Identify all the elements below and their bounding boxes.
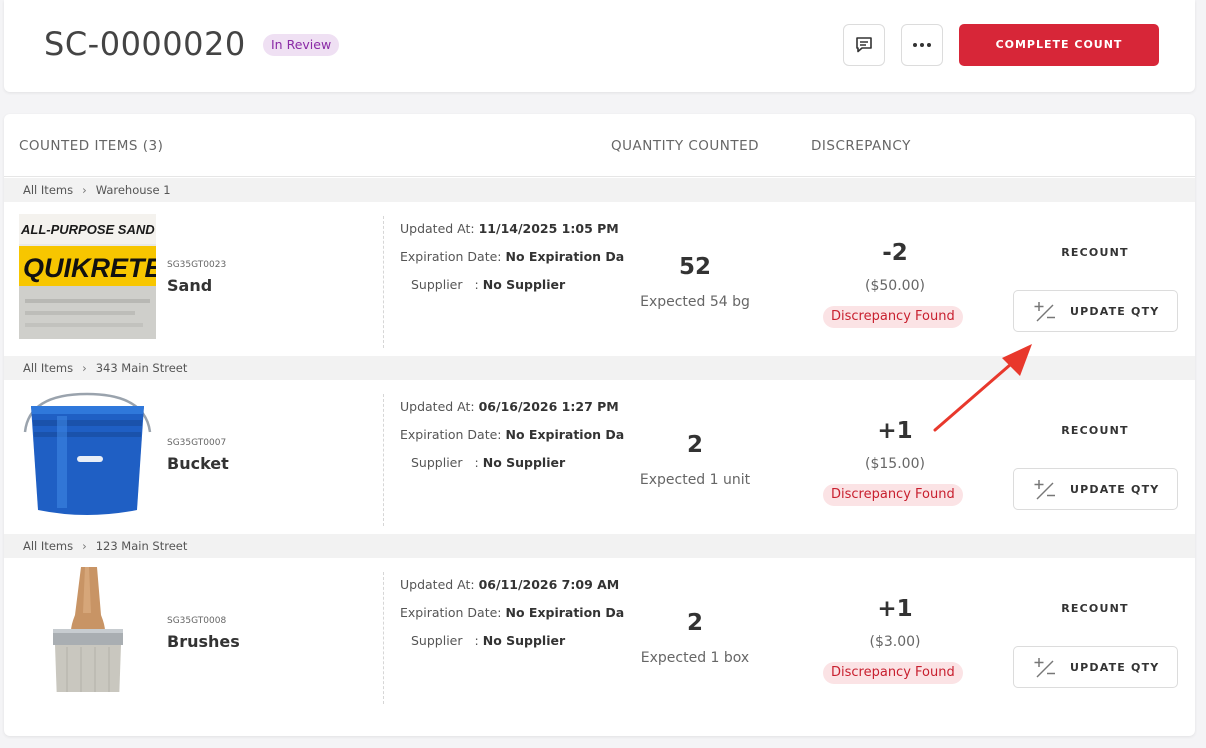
update-qty-button[interactable]: UPDATE QTY xyxy=(1013,468,1178,510)
breadcrumb-location[interactable]: 343 Main Street xyxy=(96,361,188,375)
col-discrepancy: DISCREPANCY xyxy=(811,138,911,154)
item-image xyxy=(19,567,156,692)
plus-minus-icon xyxy=(1034,658,1055,678)
update-qty-label: UPDATE QTY xyxy=(1070,661,1160,674)
chevron-right-icon: › xyxy=(82,183,87,197)
list-item: ALL-PURPOSE SAND QUIKRETE SG35GT0023 San… xyxy=(4,202,1195,356)
discrepancy-amount: ($3.00) xyxy=(869,634,921,650)
more-options-button[interactable] xyxy=(901,24,943,66)
quantity-expected: Expected 1 unit xyxy=(639,472,751,488)
discrepancy-badge: Discrepancy Found xyxy=(823,662,963,684)
list-item: SG35GT0008 Brushes Updated At: 06/11/202… xyxy=(4,558,1195,712)
discrepancy-badge: Discrepancy Found xyxy=(823,484,963,506)
quantity-counted: 2 xyxy=(686,432,703,458)
chevron-right-icon: › xyxy=(82,539,87,553)
supplier: Supplier: No Supplier xyxy=(411,455,566,470)
annotation-arrow xyxy=(933,344,1032,432)
page-header: SC-0000020 In Review COMPLETE COUNT xyxy=(4,0,1195,92)
discrepancy-amount: ($15.00) xyxy=(865,456,925,472)
discrepancy-value: -2 xyxy=(882,240,908,266)
item-sku: SG35GT0008 xyxy=(167,616,227,626)
quantity-counted: 2 xyxy=(686,610,703,636)
list-header: COUNTED ITEMS (3) QUANTITY COUNTED DISCR… xyxy=(4,114,1195,177)
update-qty-button[interactable]: UPDATE QTY xyxy=(1013,646,1178,688)
breadcrumb: All Items › 123 Main Street xyxy=(4,534,1195,558)
discrepancy-value: +1 xyxy=(877,596,913,622)
item-image xyxy=(19,392,156,517)
more-dots-icon xyxy=(913,43,931,47)
comment-icon xyxy=(856,37,872,53)
chevron-right-icon: › xyxy=(82,361,87,375)
breadcrumb-root[interactable]: All Items xyxy=(23,361,73,375)
item-name[interactable]: Brushes xyxy=(167,632,240,651)
status-badge: In Review xyxy=(263,34,340,56)
quantity-expected: Expected 1 box xyxy=(640,650,750,666)
breadcrumb: All Items › Warehouse 1 xyxy=(4,178,1195,202)
breadcrumb-location[interactable]: Warehouse 1 xyxy=(96,183,171,197)
divider xyxy=(383,572,384,704)
updated-at: Updated At: 06/16/2026 1:27 PM xyxy=(400,399,619,414)
expiration-date: Expiration Date: No Expiration Da xyxy=(400,427,625,442)
recount-button[interactable]: RECOUNT xyxy=(1013,602,1177,615)
breadcrumb-root[interactable]: All Items xyxy=(23,183,73,197)
complete-count-button[interactable]: COMPLETE COUNT xyxy=(959,24,1159,66)
updated-at: Updated At: 06/11/2026 7:09 AM xyxy=(400,577,620,592)
item-sku: SG35GT0023 xyxy=(167,260,227,270)
quantity-expected: Expected 54 bg xyxy=(640,294,750,310)
item-sku: SG35GT0007 xyxy=(167,438,227,448)
comment-button[interactable] xyxy=(843,24,885,66)
updated-at: Updated At: 11/14/2025 1:05 PM xyxy=(400,221,619,236)
recount-button[interactable]: RECOUNT xyxy=(1013,246,1177,259)
update-qty-label: UPDATE QTY xyxy=(1070,483,1160,496)
sand-bag-text: ALL-PURPOSE SAND xyxy=(20,222,155,237)
item-image: ALL-PURPOSE SAND QUIKRETE xyxy=(19,214,156,339)
quantity-counted: 52 xyxy=(678,254,711,280)
update-qty-label: UPDATE QTY xyxy=(1070,305,1160,318)
breadcrumb-root[interactable]: All Items xyxy=(23,539,73,553)
brand-text: QUIKRETE xyxy=(23,253,156,283)
discrepancy-badge: Discrepancy Found xyxy=(823,306,963,328)
item-name[interactable]: Bucket xyxy=(167,454,229,473)
expiration-date: Expiration Date: No Expiration Da xyxy=(400,605,625,620)
expiration-date: Expiration Date: No Expiration Da xyxy=(400,249,625,264)
col-quantity-counted: QUANTITY COUNTED xyxy=(611,138,760,154)
breadcrumb-location[interactable]: 123 Main Street xyxy=(96,539,188,553)
supplier: Supplier: No Supplier xyxy=(411,633,566,648)
page-title: SC-0000020 xyxy=(44,25,246,63)
plus-minus-icon xyxy=(1034,302,1055,322)
item-name[interactable]: Sand xyxy=(167,276,212,295)
divider xyxy=(383,216,384,348)
update-qty-button[interactable]: UPDATE QTY xyxy=(1013,290,1178,332)
plus-minus-icon xyxy=(1034,480,1055,500)
divider xyxy=(383,394,384,526)
col-counted-items: COUNTED ITEMS (3) xyxy=(19,138,164,154)
discrepancy-amount: ($50.00) xyxy=(865,278,925,294)
supplier: Supplier: No Supplier xyxy=(411,277,566,292)
